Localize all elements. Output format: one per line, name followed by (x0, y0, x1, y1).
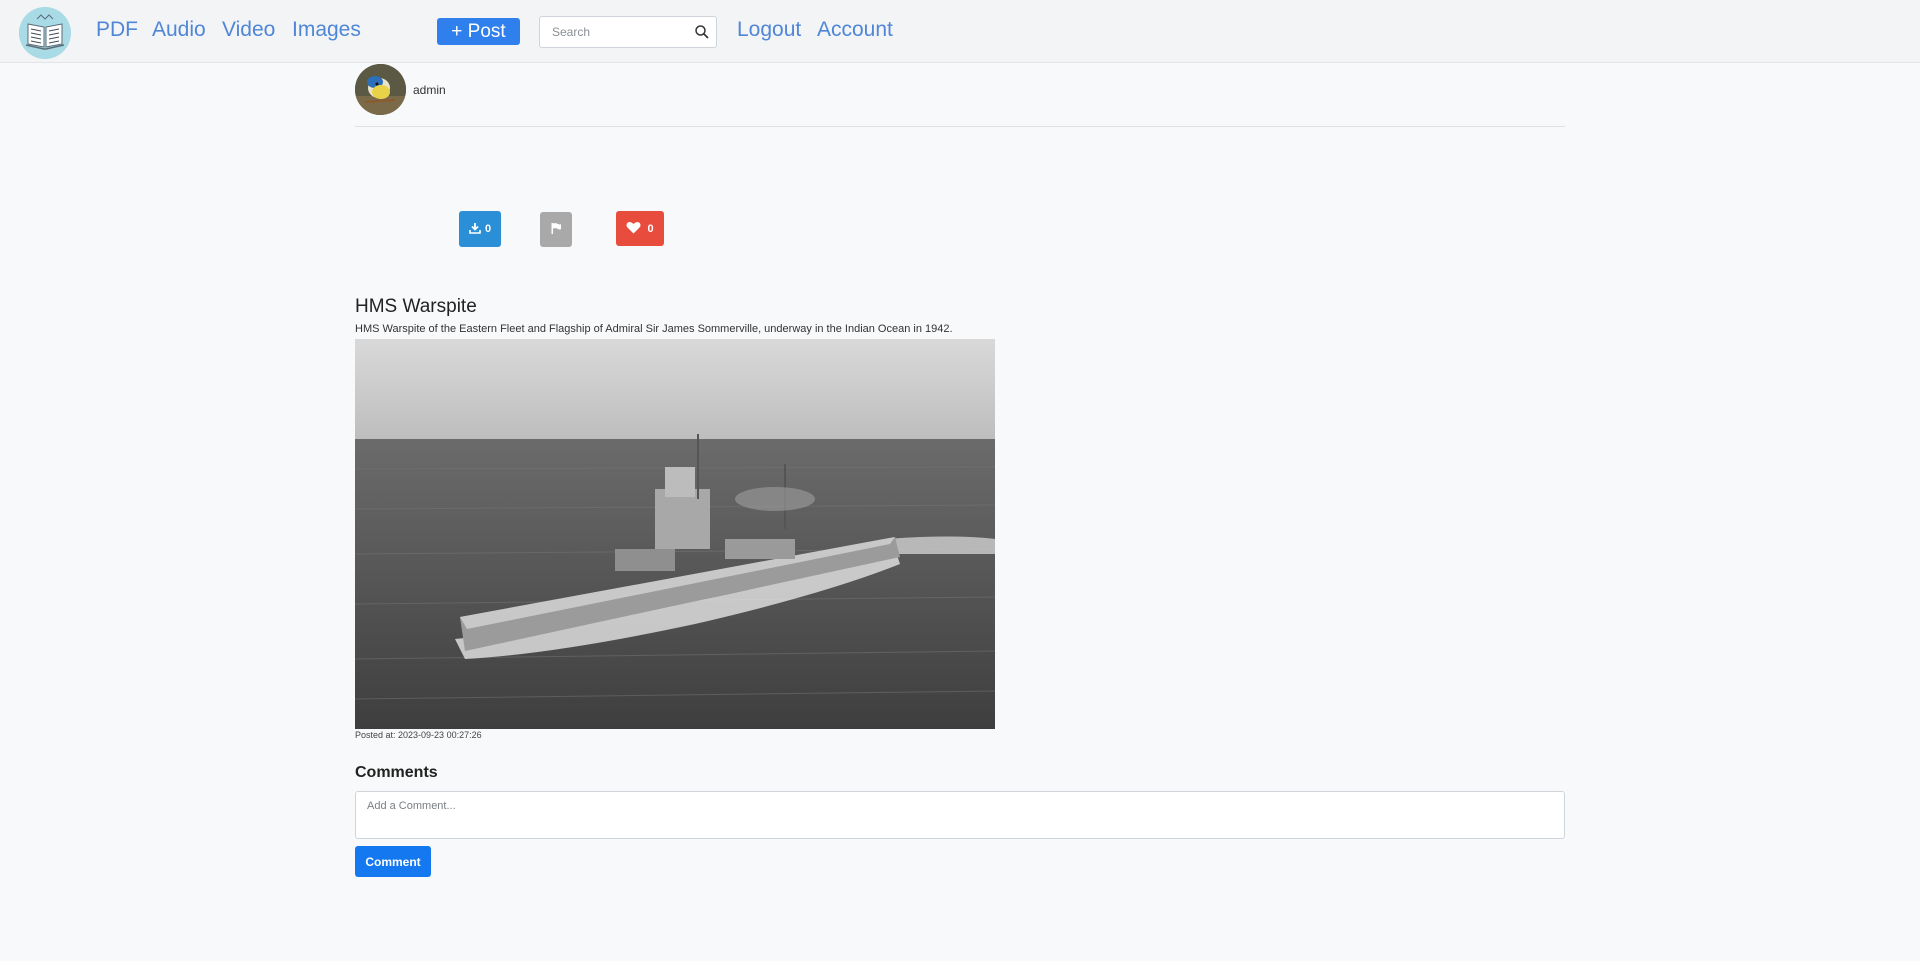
search-input[interactable] (540, 17, 690, 47)
nav-link-logout[interactable]: Logout (737, 18, 801, 42)
posted-at-timestamp: Posted at: 2023-09-23 00:27:26 (355, 730, 482, 740)
nav-link-audio[interactable]: Audio (152, 18, 206, 42)
like-button[interactable]: 0 (616, 211, 664, 246)
navbar: PDF Audio Video Images + Post Logout Acc… (0, 0, 1920, 63)
download-icon (469, 222, 481, 237)
comments-heading: Comments (355, 764, 438, 781)
search-icon[interactable] (694, 24, 710, 40)
nav-link-video[interactable]: Video (222, 18, 275, 42)
like-count: 0 (647, 222, 654, 235)
comment-submit-button[interactable]: Comment (355, 846, 431, 877)
comment-input[interactable] (355, 791, 1565, 839)
flag-button[interactable] (540, 212, 572, 247)
post-title: HMS Warspite (355, 296, 477, 317)
author-name[interactable]: admin (413, 83, 446, 97)
post-image[interactable] (355, 339, 995, 729)
heart-icon (626, 221, 641, 237)
post-description: HMS Warspite of the Eastern Fleet and Fl… (355, 323, 953, 335)
download-count: 0 (484, 223, 492, 235)
nav-link-images[interactable]: Images (292, 18, 361, 42)
new-post-button[interactable]: + Post (437, 18, 520, 45)
search-box (539, 16, 717, 48)
flag-icon (550, 221, 562, 239)
download-button[interactable]: 0 (459, 211, 501, 247)
nav-link-account[interactable]: Account (817, 18, 893, 42)
divider (355, 126, 1565, 127)
book-logo-icon[interactable] (19, 7, 71, 59)
nav-link-pdf[interactable]: PDF (96, 18, 138, 42)
avatar[interactable] (355, 64, 406, 115)
